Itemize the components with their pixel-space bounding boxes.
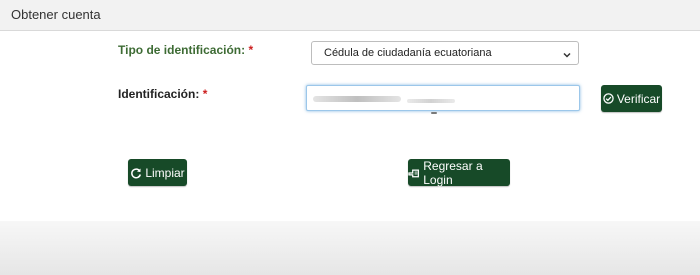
tipo-identificacion-selected-value: Cédula de ciudadanía ecuatoriana [324, 47, 492, 59]
tipo-identificacion-label: Tipo de identificación: * [118, 43, 253, 57]
limpiar-button[interactable]: Limpiar [128, 159, 187, 186]
regresar-login-button[interactable]: Regresar a Login [408, 158, 510, 187]
check-circle-icon [603, 93, 614, 104]
redacted-value [313, 96, 401, 102]
identificacion-input[interactable] [306, 85, 580, 114]
footer-area [0, 221, 700, 275]
required-mark: * [248, 43, 254, 57]
limpiar-button-label: Limpiar [145, 165, 185, 180]
regresar-login-button-label: Regresar a Login [423, 158, 483, 187]
identificacion-label: Identificación: * [118, 87, 207, 101]
identificacion-label-text: Identificación: [118, 87, 200, 101]
text-cursor [431, 112, 437, 114]
redacted-value [407, 99, 455, 103]
tipo-identificacion-label-text: Tipo de identificación: [118, 43, 246, 57]
refresh-icon [131, 167, 142, 178]
page-header: Obtener cuenta [0, 0, 700, 31]
verificar-button-label: Verificar [616, 91, 661, 106]
required-mark: * [202, 87, 208, 101]
hand-pointer-icon [408, 169, 419, 177]
chevron-down-icon [562, 47, 572, 58]
tipo-identificacion-select[interactable]: Cédula de ciudadanía ecuatoriana [311, 41, 579, 65]
page-title: Obtener cuenta [11, 7, 101, 22]
verificar-button[interactable]: Verificar [601, 85, 662, 112]
